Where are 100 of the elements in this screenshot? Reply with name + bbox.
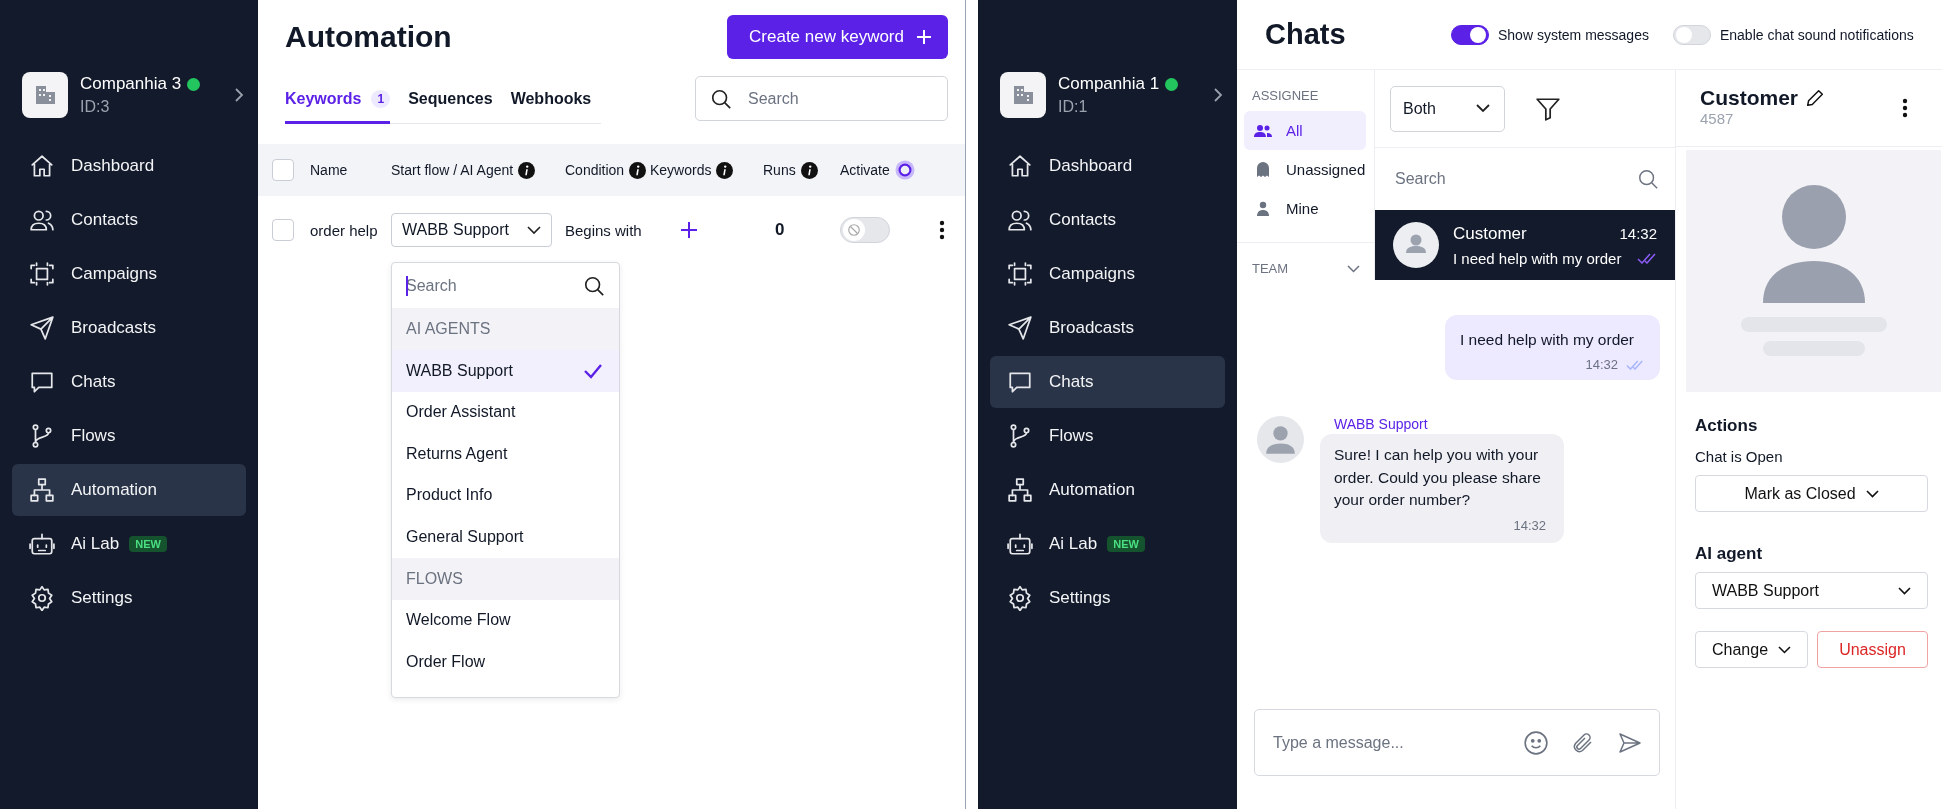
search-placeholder: Search: [1395, 170, 1447, 188]
row-checkbox[interactable]: [272, 219, 294, 241]
keyword-name: order help: [310, 221, 379, 239]
double-check-icon: [1626, 359, 1644, 370]
new-badge: NEW: [129, 536, 167, 552]
nav-item[interactable]: Contacts: [12, 194, 246, 246]
filter-icon[interactable]: [1535, 95, 1561, 122]
message-time: 14:32: [1619, 225, 1657, 242]
dropdown-option[interactable]: Order Assistant: [392, 391, 619, 433]
robot-icon: [1007, 531, 1033, 557]
assignee-filter[interactable]: All: [1244, 111, 1366, 150]
search-placeholder: Search: [748, 89, 800, 108]
settings-icon: [1007, 585, 1033, 611]
users-icon: [29, 207, 55, 233]
select-all-checkbox[interactable]: [272, 159, 294, 181]
dropdown-option[interactable]: Order Flow: [392, 641, 619, 683]
nav-item[interactable]: Flows: [990, 410, 1225, 462]
section-heading: ASSIGNEE: [1251, 88, 1320, 103]
chevron-right-icon[interactable]: [234, 87, 244, 103]
chevron-right-icon[interactable]: [1213, 87, 1223, 103]
change-button[interactable]: Change: [1695, 631, 1808, 668]
message-input[interactable]: Type a message...: [1254, 709, 1660, 776]
unassign-button[interactable]: Unassign: [1817, 631, 1928, 668]
team-section[interactable]: TEAM: [1237, 242, 1374, 276]
dropdown-option[interactable]: WABB Support: [392, 350, 619, 392]
message-text: I need help with my order: [1460, 330, 1636, 350]
dropdown-search-field[interactable]: Search: [392, 263, 619, 308]
dropdown-option[interactable]: Returns Agent: [392, 433, 619, 475]
nav-item[interactable]: Chats: [990, 356, 1225, 408]
dropdown-option[interactable]: General Support: [392, 516, 619, 558]
activate-toggle[interactable]: [840, 217, 890, 243]
tab[interactable]: Sequences: [408, 90, 493, 124]
dropdown-option[interactable]: Product Info: [392, 474, 619, 516]
assignee-filter[interactable]: Mine: [1244, 189, 1366, 228]
nav-item[interactable]: Broadcasts: [990, 302, 1225, 354]
nav-item[interactable]: Ai Lab NEW: [990, 518, 1225, 570]
building-icon: [1000, 72, 1046, 118]
create-keyword-button[interactable]: Create new keyword: [727, 15, 948, 59]
contact-id: 4587: [1700, 110, 1734, 127]
nav-item[interactable]: Campaigns: [12, 248, 246, 300]
chat-search-field[interactable]: Search: [1375, 148, 1675, 210]
disabled-icon: [847, 223, 861, 237]
chevron-down-icon: [1347, 264, 1360, 273]
nav-item[interactable]: Automation: [12, 464, 246, 516]
nav-item[interactable]: Settings: [990, 572, 1225, 624]
radio-icon: [894, 160, 915, 180]
branch-icon: [1007, 423, 1033, 449]
nav-item[interactable]: Chats: [12, 356, 246, 408]
column-header: Keywords: [650, 162, 712, 178]
settings-icon: [29, 585, 55, 611]
home-icon: [1007, 153, 1033, 179]
nav-item[interactable]: Dashboard: [990, 140, 1225, 192]
send-icon[interactable]: [1617, 730, 1643, 755]
conversation-item[interactable]: Customer 14:32 I need help with my order: [1375, 210, 1675, 280]
chat-status: Chat is Open: [1695, 448, 1784, 465]
company-id: ID:3: [80, 98, 111, 116]
mark-closed-button[interactable]: Mark as Closed: [1695, 475, 1928, 512]
add-icon[interactable]: [680, 221, 698, 239]
avatar-icon: [1257, 416, 1304, 464]
nav-item[interactable]: Contacts: [990, 194, 1225, 246]
search-field[interactable]: Search: [695, 76, 948, 121]
message-preview: I need help with my order: [1453, 249, 1622, 267]
emoji-icon[interactable]: [1523, 729, 1549, 756]
sitemap-icon: [29, 477, 55, 503]
filter-select[interactable]: Both: [1390, 85, 1505, 132]
chevron-down-icon: [1778, 645, 1791, 654]
chevron-down-icon: [1865, 489, 1879, 498]
toggle-switch[interactable]: [1451, 24, 1489, 45]
send-icon: [29, 315, 55, 341]
ai-agent-select[interactable]: WABB Support: [1695, 572, 1928, 609]
nav-item[interactable]: Flows: [12, 410, 246, 462]
group-heading: FLOWS: [406, 569, 463, 588]
message-time: 14:32: [1585, 357, 1618, 373]
nav-item[interactable]: Automation: [990, 464, 1225, 516]
page-title: Chats: [1265, 18, 1347, 51]
dropdown-option[interactable]: Welcome Flow: [392, 599, 619, 641]
company-name: Companhia 3: [80, 74, 182, 94]
page-title: Automation: [285, 20, 452, 54]
more-icon[interactable]: [939, 220, 945, 240]
search-placeholder: Search: [406, 276, 458, 295]
flow-select[interactable]: WABB Support: [391, 213, 552, 247]
runs-count: 0: [775, 220, 785, 239]
message-text: Sure! I can help you with your order. Could you please share your order number?: [1334, 445, 1542, 511]
column-header: Start flow / AI Agent: [391, 162, 514, 178]
nav-item[interactable]: Campaigns: [990, 248, 1225, 300]
double-check-icon: [1637, 252, 1657, 264]
section-heading: AI agent: [1695, 544, 1764, 564]
nav-item[interactable]: Broadcasts: [12, 302, 246, 354]
tab[interactable]: Webhooks: [510, 90, 592, 124]
message-placeholder: Type a message...: [1273, 733, 1405, 752]
column-header: Runs: [763, 162, 796, 178]
nav-item[interactable]: Settings: [12, 572, 246, 624]
tab[interactable]: Keywords 1: [285, 90, 391, 124]
column-header: Activate: [840, 162, 890, 178]
nav-item[interactable]: Dashboard: [12, 140, 246, 192]
person-icon: [1254, 199, 1272, 218]
nav-item[interactable]: Ai Lab NEW: [12, 518, 246, 570]
building-icon: [22, 72, 68, 118]
more-icon[interactable]: [1902, 98, 1908, 118]
assignee-filter[interactable]: Unassigned: [1244, 150, 1366, 189]
